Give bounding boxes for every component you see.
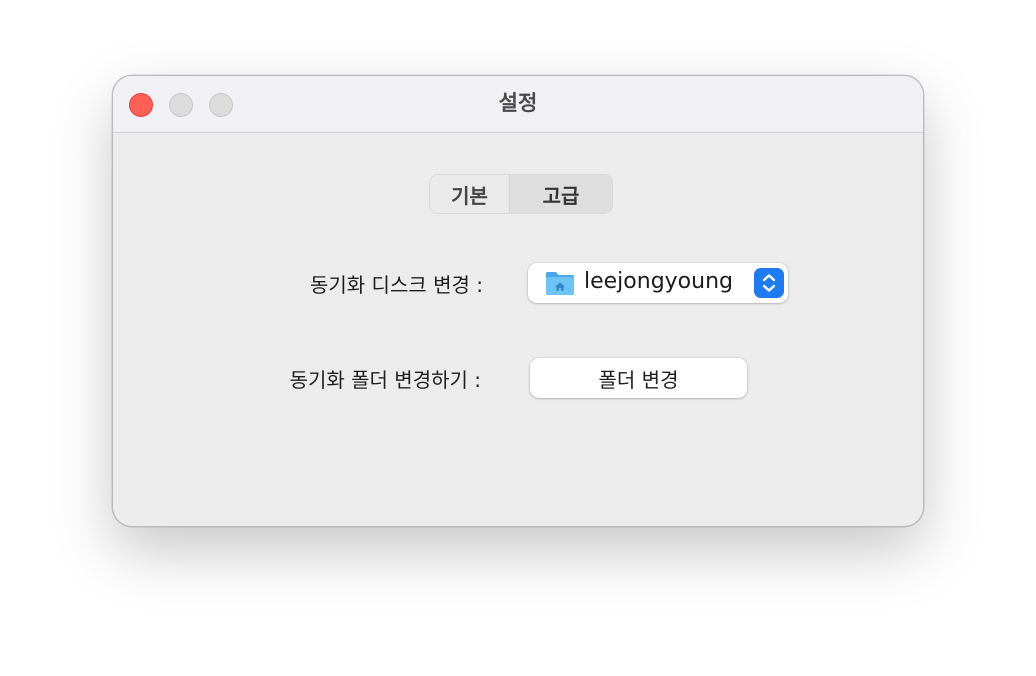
title-bar: 설정 [113,76,923,133]
sync-folder-label: 동기화 폴더 변경하기 : [289,368,481,392]
sync-disk-label: 동기화 디스크 변경 : [309,273,483,297]
sync-disk-value: leejongyoung [584,269,733,294]
window-title: 설정 [498,91,538,115]
sync-disk-popup[interactable]: leejongyoung [528,263,788,303]
settings-window: 설정 기본 고급 동기화 디스크 변경 : leejongyoung 동기화 폴… [112,75,924,527]
tab-advanced[interactable]: 고급 [510,175,612,213]
chevron-updown-icon[interactable] [754,268,784,298]
tab-basic[interactable]: 기본 [430,175,510,213]
tab-selector: 기본 고급 [429,174,613,214]
home-folder-icon [546,272,574,295]
change-folder-button[interactable]: 폴더 변경 [530,358,747,398]
